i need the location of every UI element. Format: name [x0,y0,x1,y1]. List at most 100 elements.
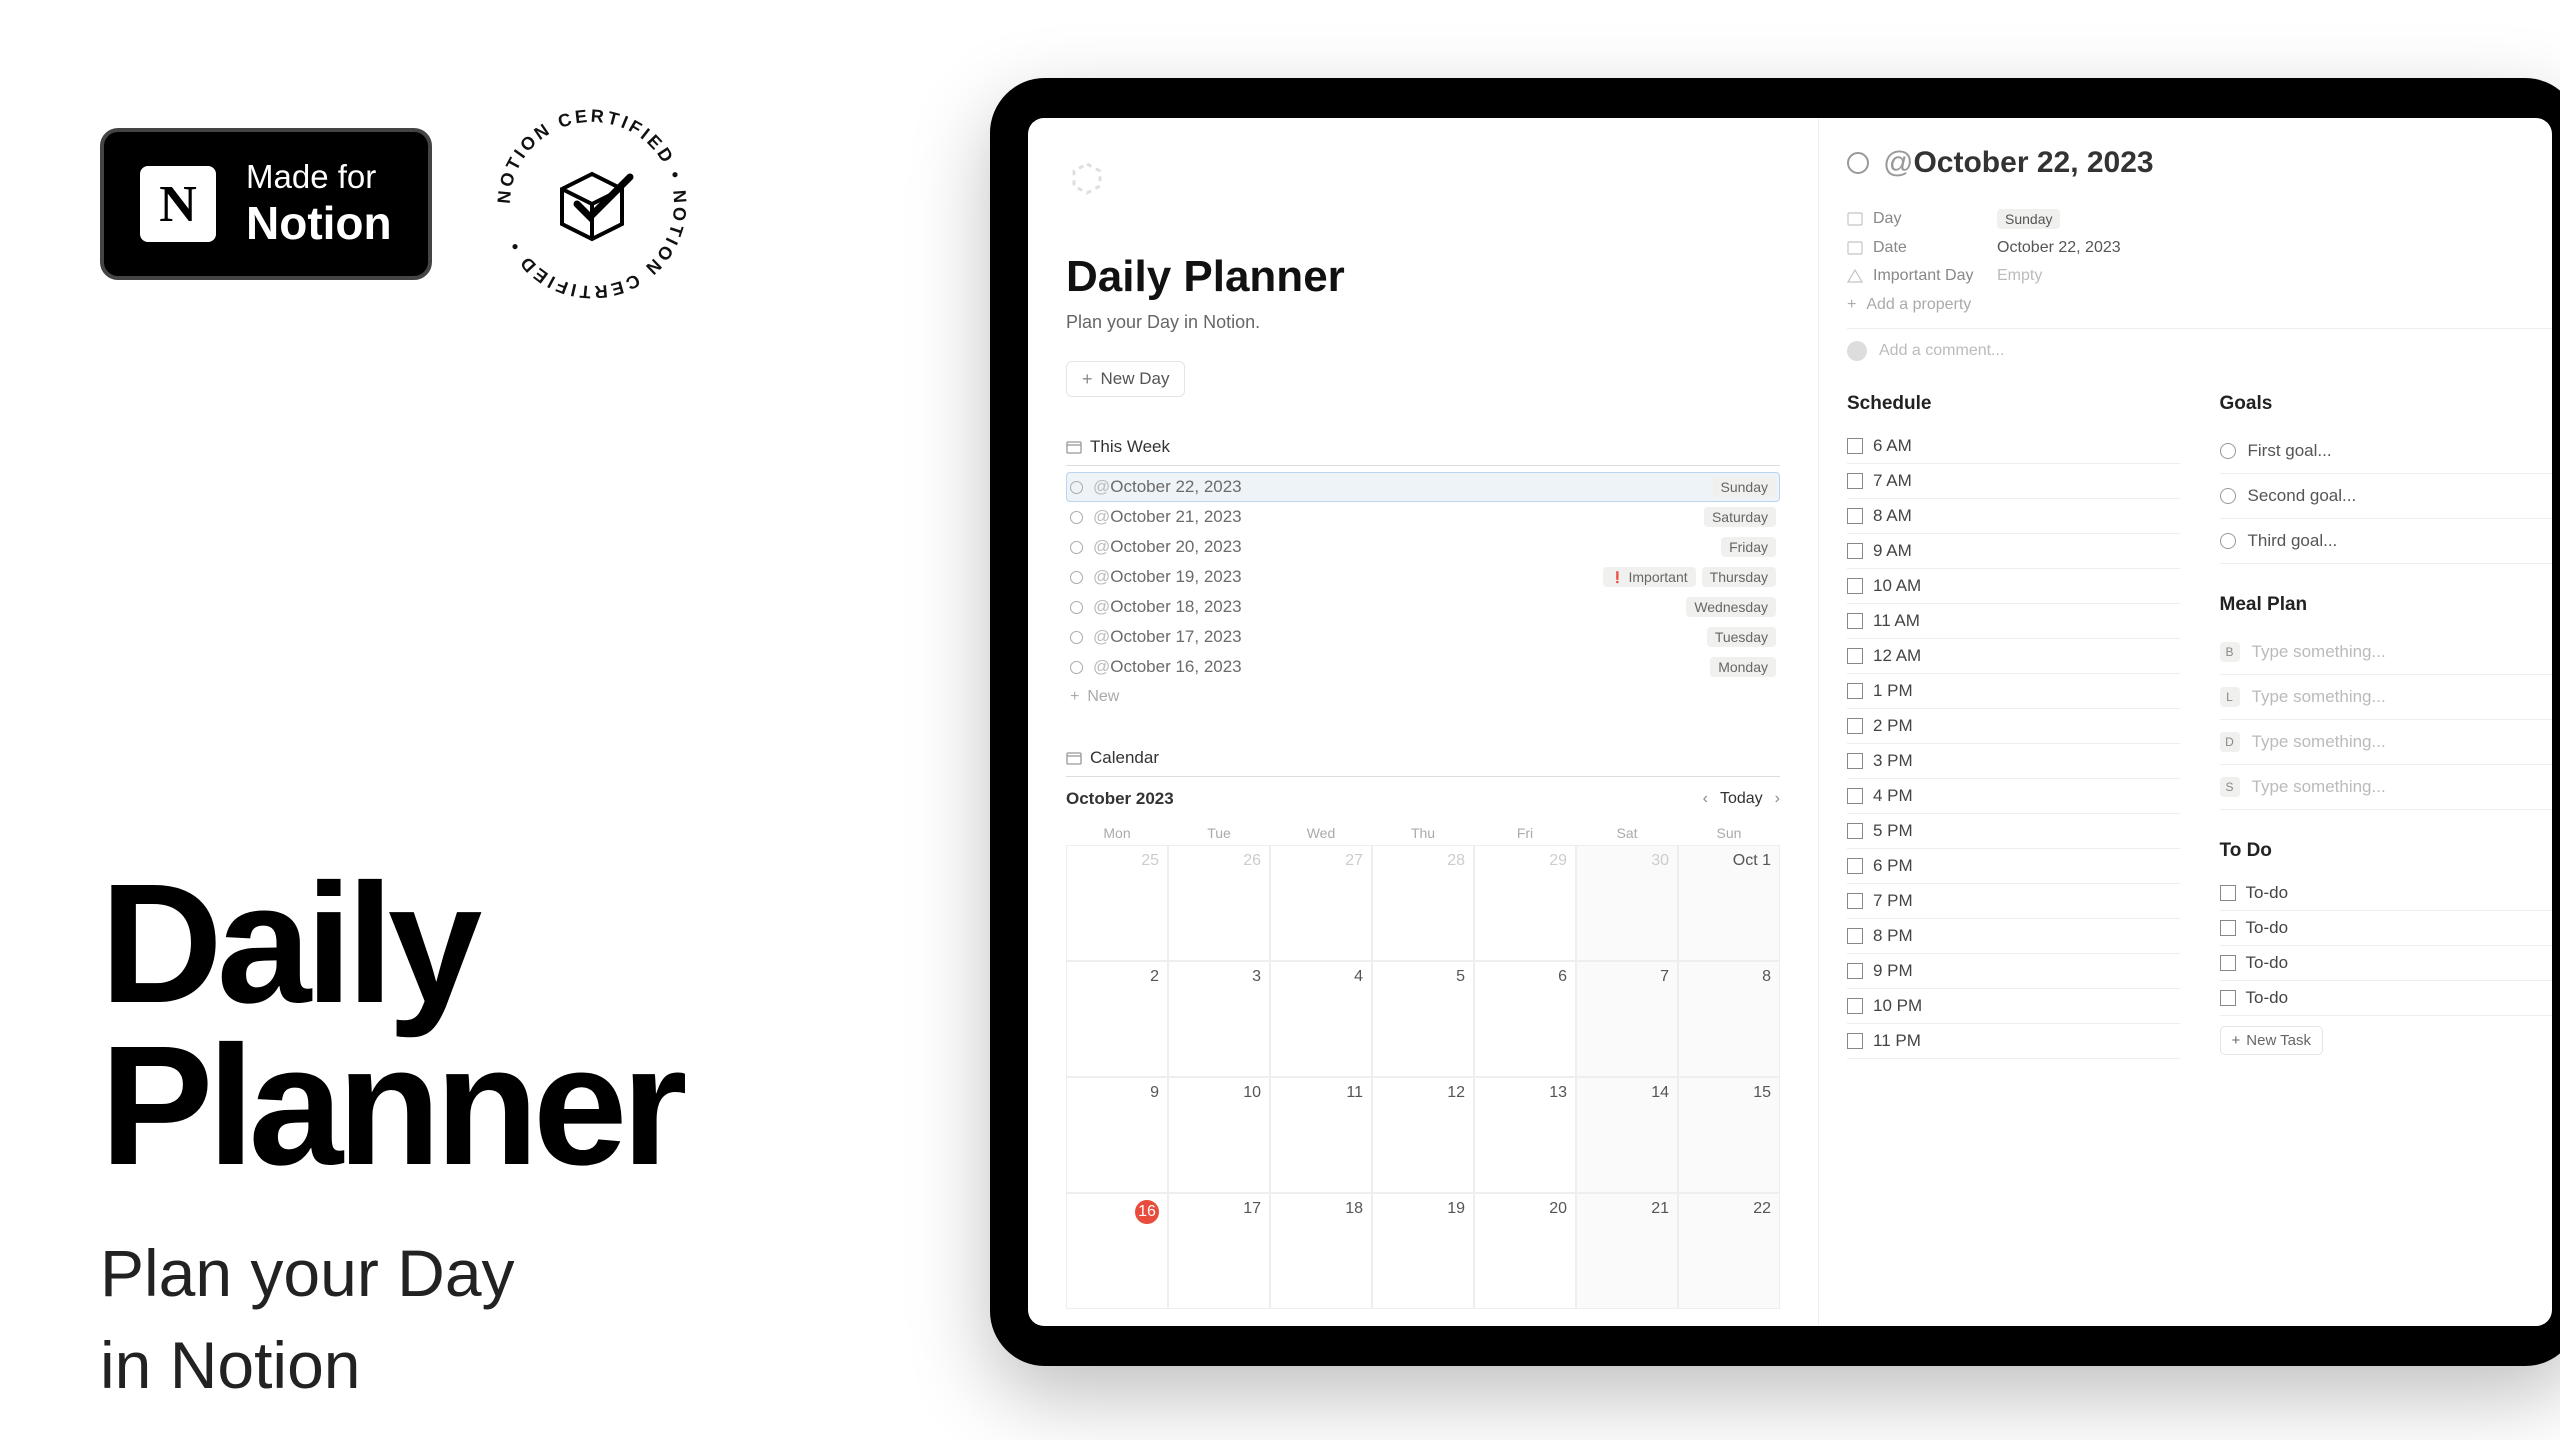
week-row[interactable]: @October 21, 2023 Saturday [1066,502,1780,532]
calendar-cell[interactable]: 21 [1576,1193,1678,1309]
checkbox-icon[interactable] [1847,508,1863,524]
schedule-row[interactable]: 3 PM [1847,744,2180,779]
calendar-cell[interactable]: 29 [1474,845,1576,961]
add-property-button[interactable]: + Add a property [1847,290,2552,328]
goal-row[interactable]: First goal... [2220,429,2553,474]
meal-row[interactable]: LType something... [2220,675,2553,720]
checkbox-icon[interactable] [2220,955,2236,971]
new-day-button[interactable]: + New Day [1066,361,1185,397]
meal-row[interactable]: DType something... [2220,720,2553,765]
calendar-cell[interactable]: 4 [1270,961,1372,1077]
checkbox-icon[interactable] [1847,543,1863,559]
checkbox-icon[interactable] [2220,920,2236,936]
prop-date[interactable]: Date October 22, 2023 [1847,234,2552,262]
schedule-row[interactable]: 4 PM [1847,779,2180,814]
calendar-cell[interactable]: 10 [1168,1077,1270,1193]
checkbox-icon[interactable] [1847,1033,1863,1049]
prop-day[interactable]: Day Sunday [1847,204,2552,234]
calendar-cell[interactable]: 13 [1474,1077,1576,1193]
todo-row[interactable]: To-do [2220,946,2553,981]
checkbox-icon[interactable] [1847,823,1863,839]
calendar-cell[interactable]: 14 [1576,1077,1678,1193]
week-row[interactable]: @October 20, 2023 Friday [1066,532,1780,562]
checkbox-icon[interactable] [1847,648,1863,664]
calendar-cell[interactable]: 25 [1066,845,1168,961]
calendar-cell[interactable]: 5 [1372,961,1474,1077]
checkbox-icon[interactable] [2220,885,2236,901]
checkbox-icon[interactable] [1847,613,1863,629]
radio-icon[interactable] [2220,488,2236,504]
checkbox-icon[interactable] [1847,438,1863,454]
week-row[interactable]: @October 16, 2023 Monday [1066,652,1780,682]
schedule-row[interactable]: 6 PM [1847,849,2180,884]
new-task-button[interactable]: + New Task [2220,1026,2324,1055]
schedule-row[interactable]: 8 AM [1847,499,2180,534]
calendar-cell[interactable]: 28 [1372,845,1474,961]
calendar-prev-icon[interactable]: ‹ [1703,790,1708,808]
schedule-row[interactable]: 12 AM [1847,639,2180,674]
schedule-row[interactable]: 11 AM [1847,604,2180,639]
calendar-cell[interactable]: 8 [1678,961,1780,1077]
calendar-cell[interactable]: 16 [1066,1193,1168,1309]
todo-row[interactable]: To-do [2220,911,2553,946]
schedule-row[interactable]: 8 PM [1847,919,2180,954]
calendar-header[interactable]: Calendar [1066,748,1780,777]
checkbox-icon[interactable] [1847,928,1863,944]
checkbox-icon[interactable] [2220,990,2236,1006]
calendar-cell[interactable]: 27 [1270,845,1372,961]
calendar-cell[interactable]: 2 [1066,961,1168,1077]
todo-row[interactable]: To-do [2220,876,2553,911]
schedule-row[interactable]: 9 PM [1847,954,2180,989]
calendar-cell[interactable]: 9 [1066,1077,1168,1193]
week-row[interactable]: @October 18, 2023 Wednesday [1066,592,1780,622]
schedule-row[interactable]: 2 PM [1847,709,2180,744]
schedule-row[interactable]: 9 AM [1847,534,2180,569]
checkbox-icon[interactable] [1847,893,1863,909]
checkbox-icon[interactable] [1847,718,1863,734]
checkbox-icon[interactable] [1847,578,1863,594]
goal-row[interactable]: Third goal... [2220,519,2553,564]
calendar-cell[interactable]: 3 [1168,961,1270,1077]
calendar-today-button[interactable]: Today [1720,790,1763,808]
detail-status-icon[interactable] [1847,152,1869,174]
calendar-cell[interactable]: 18 [1270,1193,1372,1309]
calendar-cell[interactable]: 20 [1474,1193,1576,1309]
goal-row[interactable]: Second goal... [2220,474,2553,519]
schedule-row[interactable]: 10 PM [1847,989,2180,1024]
calendar-cell[interactable]: 11 [1270,1077,1372,1193]
add-new-button[interactable]: +New [1066,682,1780,712]
checkbox-icon[interactable] [1847,858,1863,874]
calendar-cell[interactable]: 17 [1168,1193,1270,1309]
schedule-row[interactable]: 5 PM [1847,814,2180,849]
checkbox-icon[interactable] [1847,788,1863,804]
calendar-cell[interactable]: 19 [1372,1193,1474,1309]
meal-row[interactable]: BType something... [2220,630,2553,675]
checkbox-icon[interactable] [1847,683,1863,699]
add-comment[interactable]: Add a comment... [1847,328,2552,373]
schedule-row[interactable]: 1 PM [1847,674,2180,709]
calendar-cell[interactable]: 26 [1168,845,1270,961]
todo-row[interactable]: To-do [2220,981,2553,1016]
radio-icon[interactable] [2220,533,2236,549]
radio-icon[interactable] [2220,443,2236,459]
checkbox-icon[interactable] [1847,753,1863,769]
calendar-cell[interactable]: 22 [1678,1193,1780,1309]
calendar-cell[interactable]: Oct 1 [1678,845,1780,961]
calendar-cell[interactable]: 12 [1372,1077,1474,1193]
calendar-cell[interactable]: 30 [1576,845,1678,961]
week-row[interactable]: @October 17, 2023 Tuesday [1066,622,1780,652]
schedule-row[interactable]: 7 AM [1847,464,2180,499]
week-row[interactable]: @October 22, 2023 Sunday [1066,472,1780,502]
checkbox-icon[interactable] [1847,963,1863,979]
schedule-row[interactable]: 6 AM [1847,429,2180,464]
calendar-cell[interactable]: 7 [1576,961,1678,1077]
calendar-cell[interactable]: 15 [1678,1077,1780,1193]
schedule-row[interactable]: 7 PM [1847,884,2180,919]
week-row[interactable]: @October 19, 2023 Important Thursday [1066,562,1780,592]
this-week-header[interactable]: This Week [1066,437,1780,466]
calendar-next-icon[interactable]: › [1775,790,1780,808]
checkbox-icon[interactable] [1847,473,1863,489]
checkbox-icon[interactable] [1847,998,1863,1014]
schedule-row[interactable]: 11 PM [1847,1024,2180,1059]
meal-row[interactable]: SType something... [2220,765,2553,810]
